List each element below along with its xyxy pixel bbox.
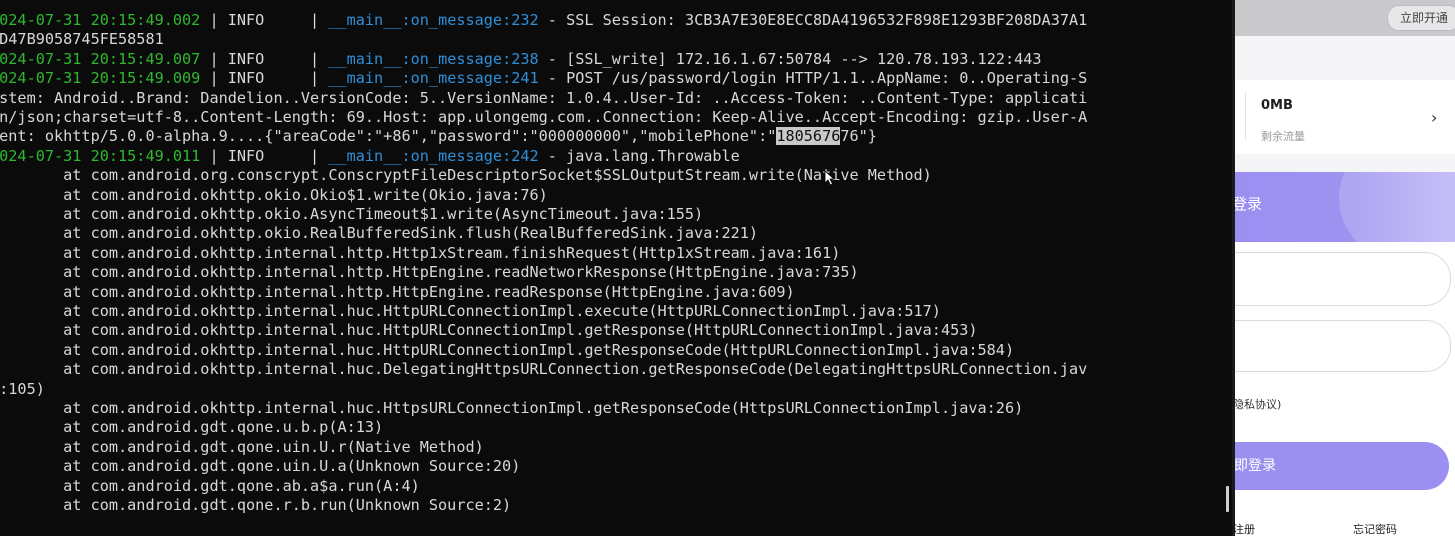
log-line: 2024-07-31 20:15:49.007 | INFO | __main_… bbox=[0, 50, 1042, 69]
log-message: at com.android.okhttp.internal.http.Http… bbox=[0, 282, 795, 301]
register-link[interactable]: 注册 bbox=[1235, 521, 1255, 536]
log-message: at com.android.okhttp.okio.RealBufferedS… bbox=[0, 224, 759, 243]
log-message: at com.android.org.conscrypt.ConscryptFi… bbox=[0, 166, 932, 185]
log-line: 2024-07-31 20:15:49.002 | INFO | __main_… bbox=[0, 11, 1087, 30]
login-header: 登录 bbox=[1235, 172, 1455, 242]
remaining-data-value: 0MB bbox=[1261, 98, 1293, 113]
log-message: a:105) bbox=[0, 379, 45, 398]
log-message: on/json;charset=utf-8..Content-Length: 6… bbox=[0, 108, 1088, 126]
log-message: at com.android.okhttp.internal.huc.HttpU… bbox=[0, 321, 978, 340]
phone-number-input[interactable] bbox=[1235, 252, 1451, 306]
log-message: at com.android.gdt.qone.uin.U.r(Native M… bbox=[0, 437, 484, 456]
log-message: at com.android.okhttp.internal.http.Http… bbox=[0, 263, 859, 282]
log-level: INFO bbox=[227, 11, 301, 29]
log-line: at com.android.org.conscrypt.ConscryptFi… bbox=[0, 166, 932, 185]
log-line: at com.android.okhttp.okio.Okio$1.write(… bbox=[0, 186, 548, 205]
mouse-cursor-icon bbox=[824, 170, 836, 186]
app-top-bar: 立即开通 bbox=[1235, 0, 1455, 36]
log-message: - SSL Session: 3CB3A7E30E8ECC8DA4196532F… bbox=[538, 11, 1088, 29]
log-module: __main__:on_message:238 bbox=[328, 49, 539, 68]
open-now-button[interactable]: 立即开通 bbox=[1387, 5, 1455, 31]
log-line: at com.android.gdt.qone.uin.U.a(Unknown … bbox=[0, 457, 520, 476]
log-line: on/json;charset=utf-8..Content-Length: 6… bbox=[0, 108, 1087, 127]
login-button-label: 即登录 bbox=[1235, 458, 1276, 474]
highlighted-selection[interactable]: 1805676 bbox=[776, 127, 841, 146]
card-divider bbox=[1245, 92, 1246, 140]
log-line: at com.android.gdt.qone.r.b.run(Unknown … bbox=[0, 496, 511, 515]
forgot-password-link[interactable]: 忘记密码 bbox=[1353, 521, 1397, 536]
log-line: gent: okhttp/5.0.0-alpha.9....{"areaCode… bbox=[0, 127, 877, 146]
log-timestamp: 2024-07-31 20:15:49.011 bbox=[0, 146, 201, 165]
log-line: ystem: Android..Brand: Dandelion..Versio… bbox=[0, 89, 1087, 108]
log-separator: | bbox=[200, 69, 228, 88]
log-message: gent: okhttp/5.0.0-alpha.9....{"areaCode… bbox=[0, 127, 777, 146]
log-separator: | bbox=[300, 11, 329, 29]
log-line: at com.android.okhttp.okio.RealBufferedS… bbox=[0, 224, 758, 243]
log-line: a:105) bbox=[0, 380, 45, 399]
log-line: 7D47B9058745FE58581 bbox=[0, 30, 164, 49]
log-line: at com.android.okhttp.internal.http.Http… bbox=[0, 283, 795, 302]
phone-app-screen: 立即开通 0MB 剩余流量 › 登录 隐私协议) 即登录 注册 忘记密码 bbox=[1235, 0, 1455, 536]
chevron-right-icon[interactable]: › bbox=[1431, 108, 1437, 127]
log-line: at com.android.okhttp.internal.huc.HttpU… bbox=[0, 302, 941, 321]
log-line: at com.android.okhttp.internal.http.Http… bbox=[0, 244, 840, 263]
log-level: INFO bbox=[227, 49, 301, 68]
log-level: INFO bbox=[227, 146, 301, 165]
log-message: at com.android.okhttp.internal.huc.HttpU… bbox=[0, 302, 941, 320]
login-card: 登录 隐私协议) 即登录 注册 忘记密码 bbox=[1235, 172, 1455, 536]
log-message: at com.android.gdt.qone.r.b.run(Unknown … bbox=[0, 496, 512, 514]
log-line: at com.android.gdt.qone.u.b.p(A:13) bbox=[0, 418, 383, 437]
log-separator: | bbox=[200, 146, 228, 165]
log-line: 2024-07-31 20:15:49.009 | INFO | __main_… bbox=[0, 69, 1087, 88]
log-message: at com.android.okhttp.okio.AsyncTimeout$… bbox=[0, 205, 704, 223]
remaining-data-label: 剩余流量 bbox=[1261, 130, 1305, 143]
log-message: at com.android.gdt.qone.u.b.p(A:13) bbox=[0, 418, 384, 437]
log-separator: | bbox=[200, 11, 228, 29]
log-line: at com.android.gdt.qone.ab.a$a.run(A:4) bbox=[0, 477, 420, 496]
terminal-scrollbar[interactable] bbox=[1226, 486, 1229, 512]
log-line: at com.android.gdt.qone.uin.U.r(Native M… bbox=[0, 438, 484, 457]
log-separator: | bbox=[300, 69, 329, 88]
log-message: at com.android.okhttp.internal.huc.Deleg… bbox=[0, 360, 1088, 379]
log-line: 2024-07-31 20:15:49.011 | INFO | __main_… bbox=[0, 147, 740, 166]
log-timestamp: 2024-07-31 20:15:49.002 bbox=[0, 11, 201, 29]
log-message: 7D47B9058745FE58581 bbox=[0, 30, 164, 49]
log-message: - POST /us/password/login HTTP/1.1..AppN… bbox=[538, 69, 1088, 88]
terminal-window[interactable]: 2024-07-31 20:15:49.002 | INFO | __main_… bbox=[0, 0, 1232, 536]
log-module: __main__:on_message:242 bbox=[328, 146, 539, 165]
log-level: INFO bbox=[227, 69, 301, 88]
log-line: at com.android.okhttp.okio.AsyncTimeout$… bbox=[0, 205, 703, 224]
data-balance-card[interactable]: 0MB 剩余流量 › bbox=[1235, 80, 1455, 154]
log-timestamp: 2024-07-31 20:15:49.007 bbox=[0, 49, 201, 68]
log-message: at com.android.gdt.qone.uin.U.a(Unknown … bbox=[0, 457, 521, 476]
header-decoration bbox=[1339, 172, 1455, 242]
log-line: at com.android.okhttp.internal.huc.Https… bbox=[0, 399, 1023, 418]
log-message: ystem: Android..Brand: Dandelion..Versio… bbox=[0, 88, 1088, 107]
log-message-tail: 76"} bbox=[840, 127, 877, 146]
log-line: at com.android.okhttp.internal.huc.HttpU… bbox=[0, 341, 1014, 360]
log-message: - java.lang.Throwable bbox=[538, 146, 740, 165]
log-line: at com.android.okhttp.internal.huc.HttpU… bbox=[0, 321, 978, 340]
login-title: 登录 bbox=[1235, 195, 1263, 213]
log-separator: | bbox=[200, 49, 228, 68]
log-module: __main__:on_message:232 bbox=[328, 11, 539, 29]
log-message: at com.android.okhttp.okio.Okio$1.write(… bbox=[0, 185, 548, 204]
privacy-policy-link[interactable]: 隐私协议) bbox=[1235, 396, 1281, 412]
log-separator: | bbox=[300, 49, 329, 68]
log-message: at com.android.okhttp.internal.huc.HttpU… bbox=[0, 340, 1015, 359]
log-module: __main__:on_message:241 bbox=[328, 69, 539, 88]
log-message: at com.android.gdt.qone.ab.a$a.run(A:4) bbox=[0, 476, 420, 495]
password-input[interactable] bbox=[1235, 320, 1451, 372]
log-message: - [SSL_write] 172.16.1.67:50784 --> 120.… bbox=[538, 49, 1042, 68]
log-line: at com.android.okhttp.internal.http.Http… bbox=[0, 263, 859, 282]
log-timestamp: 2024-07-31 20:15:49.009 bbox=[0, 69, 201, 88]
log-line: at com.android.okhttp.internal.huc.Deleg… bbox=[0, 360, 1087, 379]
log-separator: | bbox=[300, 146, 329, 165]
login-button[interactable]: 即登录 bbox=[1235, 442, 1449, 490]
log-message: at com.android.okhttp.internal.http.Http… bbox=[0, 243, 841, 262]
log-message: at com.android.okhttp.internal.huc.Https… bbox=[0, 399, 1024, 417]
